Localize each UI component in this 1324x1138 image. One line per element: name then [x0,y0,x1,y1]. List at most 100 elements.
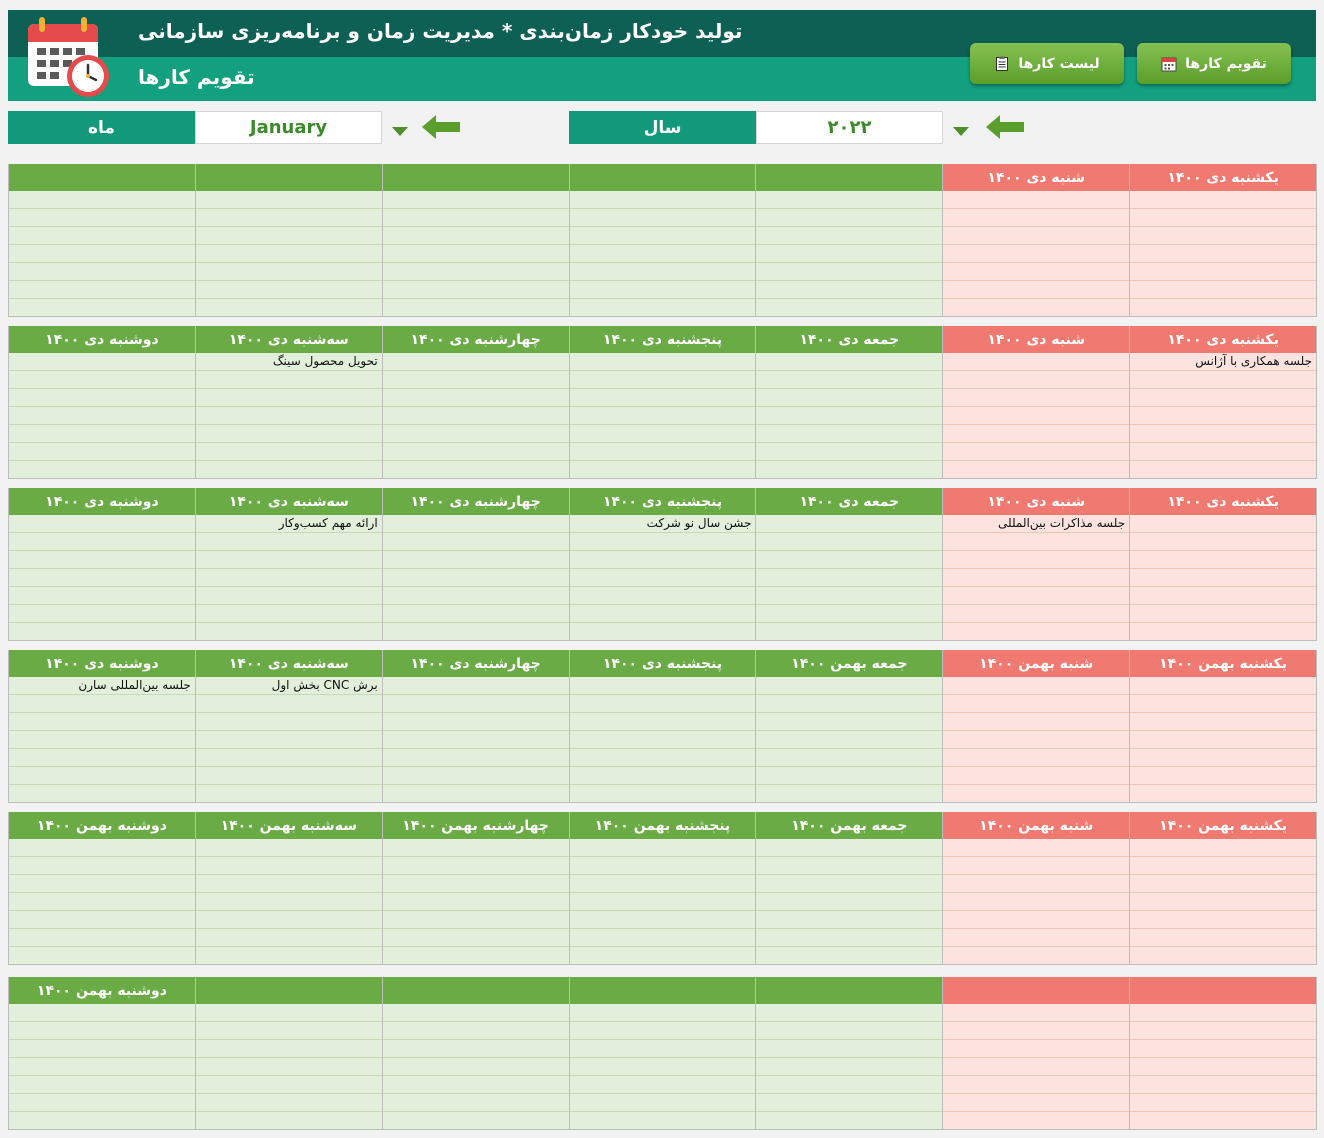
event-slot[interactable] [382,875,569,893]
event-slot[interactable] [943,299,1130,316]
event-slot[interactable] [9,749,195,767]
event-slot[interactable] [195,533,382,551]
event-slot[interactable] [569,227,756,245]
event-slot[interactable] [756,857,943,875]
event-slot[interactable] [1130,857,1316,875]
event-slot[interactable] [9,623,195,640]
event-slot[interactable] [382,299,569,316]
event-slot[interactable] [943,623,1130,640]
event-slot[interactable] [382,1022,569,1040]
event-slot[interactable] [569,551,756,569]
event-slot[interactable] [756,461,943,478]
event-slot[interactable] [382,1112,569,1129]
event-slot[interactable] [9,857,195,875]
event-slot[interactable] [1130,1058,1316,1076]
event-slot[interactable] [569,443,756,461]
event-slot[interactable] [756,191,943,209]
event-slot[interactable] [943,677,1130,695]
event-slot[interactable] [1130,533,1316,551]
event-slot[interactable] [195,569,382,587]
event-slot[interactable] [569,209,756,227]
event-slot[interactable] [943,875,1130,893]
event-slot[interactable] [9,1004,195,1022]
event-slot[interactable] [943,569,1130,587]
event-slot[interactable] [195,1094,382,1112]
event-slot[interactable] [195,875,382,893]
event-slot[interactable] [943,587,1130,605]
event-slot[interactable] [9,587,195,605]
event-slot[interactable] [9,191,195,209]
event-slot[interactable] [382,227,569,245]
event-slot[interactable] [569,911,756,929]
event-slot[interactable] [382,245,569,263]
event-slot[interactable] [1130,1004,1316,1022]
event-slot[interactable] [195,1076,382,1094]
event-slot[interactable] [9,785,195,802]
event-slot[interactable] [195,407,382,425]
event-slot[interactable] [756,713,943,731]
event-slot[interactable] [756,929,943,947]
event-slot[interactable] [569,785,756,802]
event-slot[interactable] [569,1004,756,1022]
event-slot[interactable] [195,191,382,209]
event-slot[interactable] [382,353,569,371]
event-slot[interactable] [9,713,195,731]
event-slot[interactable] [569,407,756,425]
event-slot[interactable] [756,407,943,425]
event-slot[interactable] [195,893,382,911]
event-slot[interactable] [1130,209,1316,227]
event-slot[interactable] [569,353,756,371]
event-slot[interactable] [9,551,195,569]
event-slot[interactable] [943,1040,1130,1058]
event-slot[interactable] [1130,713,1316,731]
event-slot[interactable] [569,839,756,857]
event-slot[interactable] [9,1076,195,1094]
event-slot[interactable] [382,425,569,443]
event-slot[interactable] [382,461,569,478]
event-slot[interactable] [569,1040,756,1058]
event-slot[interactable] [1130,299,1316,316]
event-slot[interactable] [943,353,1130,371]
event-slot[interactable] [1130,371,1316,389]
event-slot[interactable] [756,1094,943,1112]
event-slot[interactable] [943,767,1130,785]
event-slot[interactable] [756,389,943,407]
event-slot[interactable] [943,1094,1130,1112]
event-slot[interactable] [9,443,195,461]
event-slot[interactable] [382,443,569,461]
event-slot[interactable] [569,245,756,263]
event-slot[interactable] [1130,605,1316,623]
event-slot[interactable] [382,857,569,875]
event-slot[interactable] [195,227,382,245]
event-slot[interactable] [1130,407,1316,425]
event-slot[interactable] [943,893,1130,911]
event-slot[interactable] [195,1058,382,1076]
event-slot[interactable] [9,1058,195,1076]
event-slot[interactable] [569,389,756,407]
event-slot[interactable] [756,893,943,911]
event-slot[interactable] [943,857,1130,875]
event-slot[interactable] [569,947,756,964]
event-slot[interactable] [756,551,943,569]
event-slot[interactable] [756,695,943,713]
event-slot[interactable] [1130,623,1316,640]
event-slot[interactable] [569,1022,756,1040]
event-slot[interactable] [943,1076,1130,1094]
event-slot[interactable] [1130,425,1316,443]
event-slot[interactable] [195,299,382,316]
event-slot[interactable] [9,407,195,425]
event-slot[interactable] [382,605,569,623]
event-slot[interactable] [382,587,569,605]
event-slot[interactable] [569,1094,756,1112]
event-slot[interactable] [195,209,382,227]
event-slot[interactable] [195,911,382,929]
event-slot[interactable] [382,911,569,929]
event-slot[interactable] [195,839,382,857]
event-slot[interactable] [943,389,1130,407]
event-slot[interactable] [569,569,756,587]
event-slot[interactable] [382,209,569,227]
event-slot[interactable] [9,929,195,947]
event-slot[interactable] [382,929,569,947]
event-slot[interactable] [756,839,943,857]
event-slot[interactable] [195,1022,382,1040]
